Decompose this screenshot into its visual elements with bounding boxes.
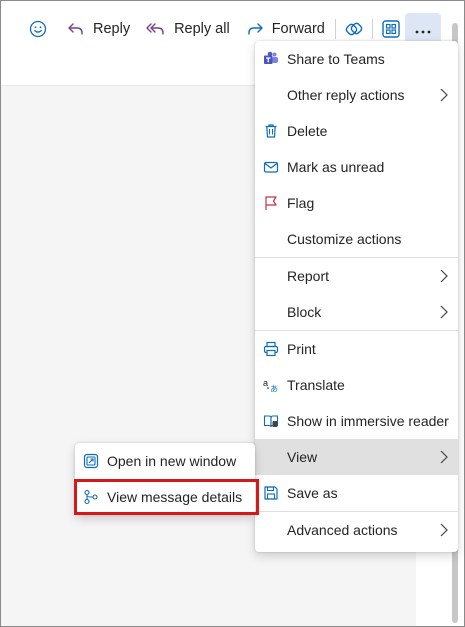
open-window-icon xyxy=(83,453,99,469)
forward-label: Forward xyxy=(271,21,325,37)
menu-item-label: Other reply actions xyxy=(287,87,405,103)
immersive-reader-icon xyxy=(263,413,279,429)
smiley-icon xyxy=(29,20,47,38)
menu-item-other-reply-actions[interactable]: Other reply actions xyxy=(255,77,458,113)
reply-all-button[interactable]: Reply all xyxy=(146,13,230,45)
menu-item-label: Translate xyxy=(287,377,345,393)
submenu-item-open-in-new-window[interactable]: Open in new window xyxy=(75,443,255,479)
save-icon xyxy=(263,485,279,501)
more-dots-icon xyxy=(415,21,431,37)
menu-item-label: Advanced actions xyxy=(287,522,398,538)
menu-item-show-in-immersive-reader[interactable]: Show in immersive reader xyxy=(255,403,458,439)
menu-item-label: Report xyxy=(287,268,330,284)
printer-icon xyxy=(263,341,279,357)
menu-item-print[interactable]: Print xyxy=(255,331,458,367)
menu-item-view[interactable]: View xyxy=(255,439,458,475)
menu-item-label: Delete xyxy=(287,123,328,139)
link-icon xyxy=(344,19,364,39)
forward-arrow-icon xyxy=(246,21,264,37)
menu-item-label: Mark as unread xyxy=(287,159,385,175)
outlook-reading-window: Reply Reply all Forward Share to Teams O… xyxy=(0,0,465,627)
emoji-reaction-button[interactable] xyxy=(29,13,47,45)
toolbar-divider xyxy=(334,19,336,39)
reply-all-label: Reply all xyxy=(174,21,230,37)
more-actions-menu: Share to Teams Other reply actions Delet… xyxy=(255,41,458,552)
menu-item-mark-as-unread[interactable]: Mark as unread xyxy=(255,149,458,185)
menu-item-block[interactable]: Block xyxy=(255,294,458,330)
menu-item-label: Show in immersive reader xyxy=(287,413,449,429)
menu-item-save-as[interactable]: Save as xyxy=(255,475,458,511)
reply-all-arrow-icon xyxy=(146,21,166,37)
reply-label: Reply xyxy=(93,21,131,37)
menu-item-label: View xyxy=(287,449,318,465)
menu-item-label: Customize actions xyxy=(287,231,402,247)
svg-text:a: a xyxy=(263,378,268,388)
apps-grid-icon xyxy=(381,19,401,39)
reply-button[interactable]: Reply xyxy=(67,13,130,45)
chevron-right-icon xyxy=(440,523,448,537)
chevron-right-icon xyxy=(440,269,448,283)
translate-icon: aあ xyxy=(263,377,279,393)
trash-icon xyxy=(263,123,279,139)
highlight-annotation-box xyxy=(74,479,259,515)
toolbar-divider xyxy=(371,19,373,39)
chevron-right-icon xyxy=(440,450,448,464)
chevron-right-icon xyxy=(440,88,448,102)
menu-item-label: Save as xyxy=(287,485,338,501)
menu-item-report[interactable]: Report xyxy=(255,258,458,294)
menu-item-customize-actions[interactable]: Customize actions xyxy=(255,221,458,257)
menu-item-delete[interactable]: Delete xyxy=(255,113,458,149)
menu-item-label: Share to Teams xyxy=(287,51,385,67)
menu-item-flag[interactable]: Flag xyxy=(255,185,458,221)
submenu-item-label: Open in new window xyxy=(107,453,237,469)
envelope-icon xyxy=(263,159,279,175)
menu-item-label: Print xyxy=(287,341,316,357)
flag-icon xyxy=(263,195,279,211)
menu-item-advanced-actions[interactable]: Advanced actions xyxy=(255,512,458,548)
menu-item-label: Flag xyxy=(287,195,315,211)
teams-icon xyxy=(263,51,279,67)
chevron-right-icon xyxy=(440,305,448,319)
menu-item-translate[interactable]: aあ Translate xyxy=(255,367,458,403)
reply-arrow-icon xyxy=(67,21,85,37)
menu-item-label: Block xyxy=(287,304,322,320)
menu-item-share-to-teams[interactable]: Share to Teams xyxy=(255,41,458,77)
svg-text:あ: あ xyxy=(270,385,278,394)
